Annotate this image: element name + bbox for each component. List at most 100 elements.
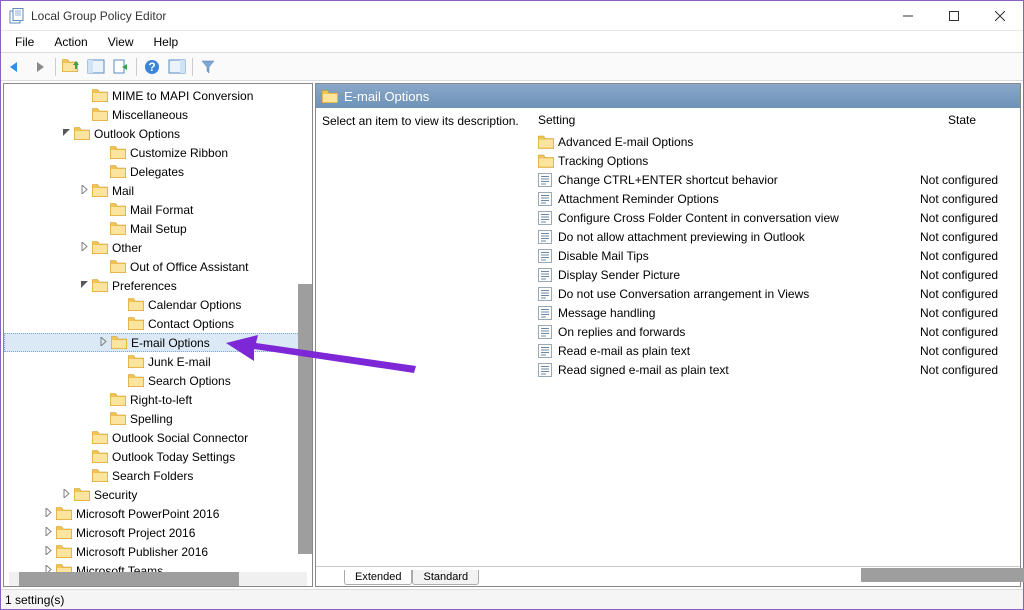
tree-item[interactable]: Delegates [4, 162, 312, 181]
tree-item[interactable]: Search Options [4, 371, 312, 390]
tree-item[interactable]: Customize Ribbon [4, 143, 312, 162]
column-header-setting[interactable]: Setting [534, 113, 912, 127]
setting-policy-row[interactable]: Message handlingNot configured [534, 303, 1020, 322]
forward-button[interactable] [28, 55, 52, 79]
tree-item[interactable]: Microsoft PowerPoint 2016 [4, 504, 312, 523]
expand-icon[interactable] [76, 242, 92, 254]
tree-item[interactable]: E-mail Options [4, 333, 312, 352]
tree-item[interactable]: Search Folders [4, 466, 312, 485]
tree-item[interactable]: Mail Format [4, 200, 312, 219]
folder-icon [110, 260, 126, 273]
window-title: Local Group Policy Editor [31, 9, 885, 23]
tree-item[interactable]: MIME to MAPI Conversion [4, 86, 312, 105]
folder-icon [56, 507, 72, 520]
console-tree[interactable]: MIME to MAPI ConversionMiscellaneous Outl… [4, 84, 312, 582]
filter-button[interactable] [196, 55, 220, 79]
tree-item[interactable]: Spelling [4, 409, 312, 428]
expand-icon[interactable] [58, 489, 74, 501]
tree-item[interactable]: Out of Office Assistant [4, 257, 312, 276]
setting-state: Not configured [920, 249, 1020, 263]
setting-name: Do not use Conversation arrangement in V… [558, 287, 920, 301]
setting-policy-row[interactable]: On replies and forwardsNot configured [534, 322, 1020, 341]
tree-horizontal-scrollbar[interactable] [9, 572, 307, 586]
tree-item[interactable]: Security [4, 485, 312, 504]
expand-icon[interactable] [40, 527, 56, 539]
tree-item-label: E-mail Options [131, 336, 210, 350]
tree-item[interactable]: Calendar Options [4, 295, 312, 314]
setting-name: Configure Cross Folder Content in conver… [558, 211, 920, 225]
tree-item[interactable]: Junk E-mail [4, 352, 312, 371]
tree-item[interactable]: Miscellaneous [4, 105, 312, 124]
setting-folder-row[interactable]: Tracking Options [534, 151, 1020, 170]
setting-policy-row[interactable]: Do not use Conversation arrangement in V… [534, 284, 1020, 303]
collapse-icon[interactable] [58, 128, 74, 140]
tree-item-label: Microsoft Project 2016 [76, 526, 195, 540]
tree-item[interactable]: Microsoft Publisher 2016 [4, 542, 312, 561]
back-button[interactable] [3, 55, 27, 79]
setting-name: Attachment Reminder Options [558, 192, 920, 206]
expand-icon[interactable] [40, 508, 56, 520]
setting-policy-row[interactable]: Read e-mail as plain textNot configured [534, 341, 1020, 360]
setting-policy-row[interactable]: Configure Cross Folder Content in conver… [534, 208, 1020, 227]
expand-icon[interactable] [95, 337, 111, 349]
folder-icon [322, 90, 338, 103]
expand-icon[interactable] [40, 546, 56, 558]
tree-item[interactable]: Preferences [4, 276, 312, 295]
setting-policy-row[interactable]: Read signed e-mail as plain textNot conf… [534, 360, 1020, 379]
folder-icon [110, 393, 126, 406]
toolbar-separator [192, 58, 193, 76]
minimize-button[interactable] [885, 1, 931, 31]
tree-item[interactable]: Right-to-left [4, 390, 312, 409]
folder-icon [110, 412, 126, 425]
show-hide-console-tree-button[interactable] [84, 55, 108, 79]
tree-item[interactable]: Contact Options [4, 314, 312, 333]
setting-folder-row[interactable]: Advanced E-mail Options [534, 132, 1020, 151]
close-button[interactable] [977, 1, 1023, 31]
setting-state: Not configured [920, 268, 1020, 282]
menu-file[interactable]: File [5, 33, 44, 51]
tab-extended[interactable]: Extended [344, 570, 412, 585]
up-one-level-button[interactable] [59, 55, 83, 79]
setting-policy-row[interactable]: Change CTRL+ENTER shortcut behaviorNot c… [534, 170, 1020, 189]
help-button[interactable]: ? [140, 55, 164, 79]
folder-icon [110, 146, 126, 159]
tree-item[interactable]: Outlook Today Settings [4, 447, 312, 466]
tree-item-label: Search Options [148, 374, 231, 388]
tree-vertical-scrollbar[interactable] [298, 284, 312, 554]
tree-item[interactable]: Outlook Social Connector [4, 428, 312, 447]
export-list-button[interactable] [109, 55, 133, 79]
column-headers[interactable]: Setting State [534, 108, 1020, 132]
tab-standard[interactable]: Standard [412, 570, 479, 585]
setting-state: Not configured [920, 344, 1020, 358]
setting-name: Disable Mail Tips [558, 249, 920, 263]
collapse-icon[interactable] [76, 280, 92, 292]
setting-policy-row[interactable]: Disable Mail TipsNot configured [534, 246, 1020, 265]
tree-item[interactable]: Other [4, 238, 312, 257]
folder-icon [128, 374, 144, 387]
tree-item-label: Outlook Social Connector [112, 431, 248, 445]
tree-item-label: Security [94, 488, 137, 502]
details-header-title: E-mail Options [344, 89, 429, 104]
settings-list[interactable]: Advanced E-mail OptionsTracking OptionsC… [534, 132, 1020, 566]
tree-item[interactable]: Microsoft Project 2016 [4, 523, 312, 542]
menu-action[interactable]: Action [44, 33, 97, 51]
show-hide-action-pane-button[interactable] [165, 55, 189, 79]
setting-name: Read e-mail as plain text [558, 344, 920, 358]
expand-icon[interactable] [76, 185, 92, 197]
details-horizontal-scrollbar[interactable] [861, 568, 1010, 582]
tree-item[interactable]: Mail [4, 181, 312, 200]
setting-name: Message handling [558, 306, 920, 320]
folder-icon [110, 203, 126, 216]
menu-help[interactable]: Help [144, 33, 189, 51]
menu-view[interactable]: View [98, 33, 144, 51]
setting-policy-row[interactable]: Attachment Reminder OptionsNot configure… [534, 189, 1020, 208]
setting-policy-row[interactable]: Display Sender PictureNot configured [534, 265, 1020, 284]
tree-item-label: Outlook Options [94, 127, 180, 141]
column-header-state[interactable]: State [912, 113, 1012, 127]
tree-item[interactable]: Outlook Options [4, 124, 312, 143]
maximize-button[interactable] [931, 1, 977, 31]
policy-icon [538, 306, 554, 320]
setting-policy-row[interactable]: Do not allow attachment previewing in Ou… [534, 227, 1020, 246]
tree-item[interactable]: Mail Setup [4, 219, 312, 238]
status-bar: 1 setting(s) [1, 589, 1023, 609]
